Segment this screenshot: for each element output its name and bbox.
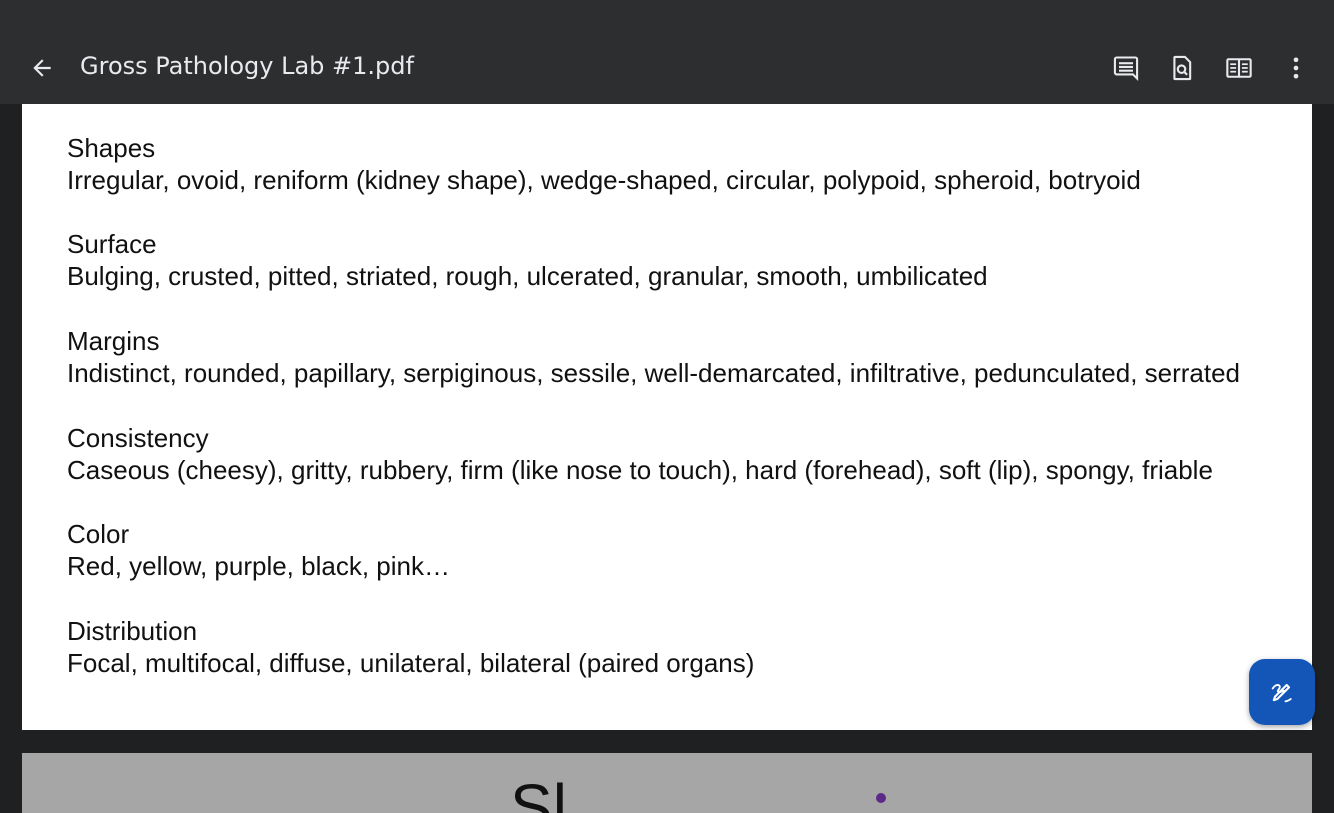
- next-page-partial-text: Sl: [510, 771, 567, 813]
- find-in-document-button[interactable]: [1162, 48, 1202, 88]
- document-title: Gross Pathology Lab #1.pdf: [80, 52, 414, 80]
- search-document-icon: [1173, 55, 1192, 81]
- pdf-page: Shapes Irregular, ovoid, reniform (kidne…: [22, 104, 1312, 730]
- section-body: Bulging, crusted, pitted, striated, roug…: [67, 261, 988, 291]
- more-options-button[interactable]: [1276, 48, 1316, 88]
- section-heading: Distribution: [67, 616, 198, 646]
- arrow-back-icon: [33, 59, 51, 77]
- section-heading: Margins: [67, 326, 160, 356]
- status-bar-area: [0, 0, 1334, 28]
- page-separator: [0, 730, 1334, 744]
- section-body: Red, yellow, purple, black, pink…: [67, 551, 450, 581]
- section-consistency: Consistency Caseous (cheesy), gritty, ru…: [67, 422, 1292, 486]
- back-button[interactable]: [20, 46, 64, 90]
- section-margins: Margins Indistinct, rounded, papillary, …: [67, 325, 1292, 389]
- section-body: Irregular, ovoid, reniform (kidney shape…: [67, 165, 1141, 195]
- section-heading: Consistency: [67, 423, 209, 453]
- section-body: Focal, multifocal, diffuse, unilateral, …: [67, 648, 755, 678]
- next-pdf-page: Sl: [22, 753, 1312, 813]
- book-view-icon: [1226, 58, 1252, 78]
- section-color: Color Red, yellow, purple, black, pink…: [67, 518, 1292, 582]
- section-shapes: Shapes Irregular, ovoid, reniform (kidne…: [67, 132, 1292, 196]
- more-vert-icon: [1293, 57, 1299, 79]
- comments-button[interactable]: [1106, 48, 1146, 88]
- section-distribution: Distribution Focal, multifocal, diffuse,…: [67, 615, 1292, 679]
- section-body: Caseous (cheesy), gritty, rubbery, firm …: [67, 455, 1213, 485]
- app-bar: Gross Pathology Lab #1.pdf: [0, 28, 1334, 104]
- section-heading: Color: [67, 519, 130, 549]
- section-heading: Shapes: [67, 133, 156, 163]
- annotate-pen-icon: [1271, 683, 1292, 703]
- section-surface: Surface Bulging, crusted, pitted, striat…: [67, 228, 1292, 292]
- reading-mode-button[interactable]: [1219, 48, 1259, 88]
- comment-icon: [1113, 56, 1139, 82]
- next-page-mark: [876, 793, 886, 803]
- section-heading: Surface: [67, 229, 157, 259]
- annotate-button[interactable]: [1249, 659, 1315, 725]
- section-body: Indistinct, rounded, papillary, serpigin…: [67, 358, 1241, 388]
